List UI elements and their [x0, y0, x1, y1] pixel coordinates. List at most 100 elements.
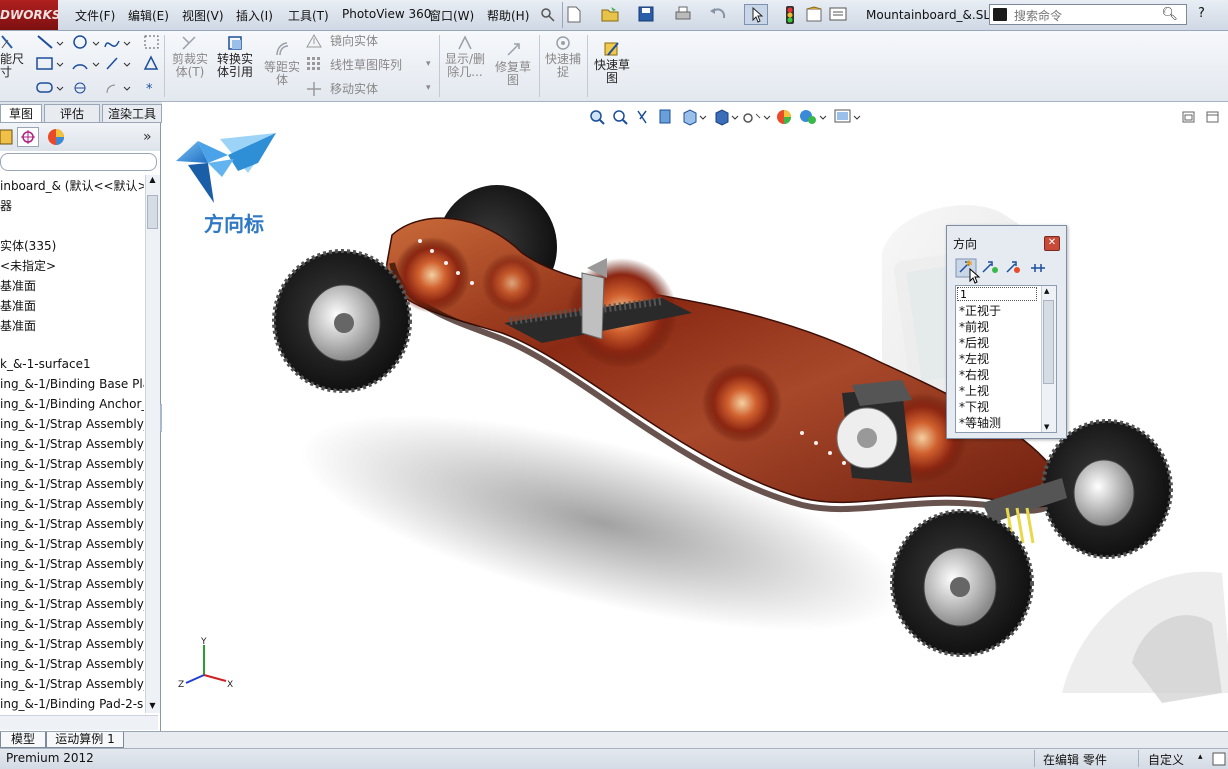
update-standard-views-icon[interactable] [982, 261, 998, 273]
property-manager-tab[interactable] [17, 127, 39, 147]
undo-icon[interactable] [709, 6, 727, 22]
file-properties-icon[interactable] [805, 6, 823, 22]
repair-sketch-button[interactable]: 修复草 图 [491, 61, 535, 87]
line-tool[interactable] [37, 35, 64, 49]
orientation-view-item[interactable]: *下视 [959, 398, 989, 415]
scrollbar-thumb[interactable] [147, 195, 158, 229]
move-entities-button[interactable]: 移动实体 [330, 83, 378, 96]
pin-dialog-icon[interactable] [1031, 264, 1045, 272]
tab-motion-study[interactable]: 运动算例 1 [46, 732, 124, 748]
feature-tree-tab-icon[interactable] [0, 128, 14, 146]
reset-standard-views-icon[interactable] [1006, 261, 1020, 273]
units-dropdown-arrow[interactable]: ▴ [1198, 752, 1203, 762]
display-manager-icon[interactable] [45, 127, 67, 147]
feature-tree-item[interactable]: ing_&-1/Strap Assembly_ [0, 437, 144, 451]
slot-tool[interactable] [36, 82, 64, 93]
feature-tree-scrollbar[interactable]: ▲ ▼ [145, 175, 160, 713]
scroll-up-arrow[interactable]: ▲ [1044, 287, 1049, 295]
view-name-input[interactable] [957, 287, 1037, 301]
menu-insert[interactable]: 插入(I) [236, 7, 273, 24]
scrollbar-thumb[interactable] [1043, 300, 1054, 384]
move-dropdown-arrow[interactable]: ▾ [426, 83, 431, 93]
orientation-view-item[interactable]: *等轴测 [959, 414, 1001, 431]
scroll-up-arrow[interactable]: ▲ [148, 175, 157, 187]
orientation-view-list[interactable]: *正视于*前视*后视*左视*右视*上视*下视*等轴测 ▲ ▼ [955, 285, 1057, 433]
feature-tree-item[interactable]: ing_&-1/Binding Base Pla [0, 377, 144, 391]
orientation-dialog[interactable]: 方向 ✕ ✱ *正视于*前视*后视*左视*右视*上视*下视*等轴测 ▲ ▼ [946, 225, 1067, 439]
circle-tool[interactable] [73, 35, 100, 49]
menu-edit[interactable]: 编辑(E) [128, 7, 169, 24]
menu-file[interactable]: 文件(F) [75, 7, 115, 24]
rapid-sketch-button[interactable]: 快速草 图 [590, 59, 634, 85]
convert-entities-button[interactable]: 转换实 体引用 [213, 53, 257, 79]
menu-window[interactable]: 窗口(W) [429, 7, 474, 24]
feature-tree-item[interactable]: k_&-1-surface1 [0, 357, 144, 371]
spline-tool[interactable] [104, 40, 131, 48]
close-button[interactable]: ✕ [1044, 236, 1060, 251]
feature-tree-item[interactable]: ing_&-1/Strap Assembly_ [0, 537, 144, 551]
tab-evaluate[interactable]: 评估 [44, 104, 100, 122]
menu-help[interactable]: 帮助(H) [487, 7, 529, 24]
mirror-entities-button[interactable]: 镜向实体 [330, 35, 378, 48]
feature-tree-item[interactable]: 器 [0, 197, 144, 214]
text-tool[interactable] [143, 55, 159, 70]
feature-tree-item[interactable]: ing_&-1/Strap Assembly_ [0, 457, 144, 471]
graphics-viewport[interactable]: 方向标 Y X Z [162, 103, 1228, 731]
feature-tree-item[interactable]: ing_&-1/Strap Assembly_ [0, 417, 144, 431]
rebuild-traffic-light-icon[interactable] [785, 5, 795, 25]
scroll-down-arrow[interactable]: ▼ [1044, 423, 1049, 431]
pattern-dropdown-arrow[interactable]: ▾ [426, 59, 431, 69]
scroll-down-arrow[interactable]: ▼ [148, 701, 157, 713]
trim-entities-button[interactable]: 剪裁实 体(T) [168, 53, 212, 79]
search-commands-box[interactable]: 🔍︎ [989, 4, 1187, 25]
quick-snaps-button[interactable]: 快速捕 捉 [541, 53, 585, 79]
open-folder-icon[interactable] [601, 6, 619, 22]
horizontal-scrollbar[interactable] [0, 715, 158, 730]
smart-dimension-label[interactable]: 能尺 寸 [0, 53, 24, 79]
print-icon[interactable] [674, 6, 692, 22]
arc-tool[interactable] [72, 62, 100, 70]
orientation-view-item[interactable]: *正视于 [959, 302, 1001, 319]
feature-tree-item[interactable]: ing_&-1/Strap Assembly_ [0, 557, 144, 571]
pin-icon[interactable] [540, 7, 556, 23]
linear-pattern-button[interactable]: 线性草图阵列 [330, 59, 402, 72]
fillet-tool[interactable] [106, 57, 131, 70]
tab-model[interactable]: 模型 [0, 732, 46, 748]
point-tool[interactable] [106, 84, 131, 94]
view-list-scrollbar[interactable]: ▲ ▼ [1041, 286, 1056, 432]
feature-tree-item[interactable]: 基准面 [0, 297, 144, 314]
menu-tools[interactable]: 工具(T) [288, 7, 329, 24]
orientation-view-item[interactable]: *后视 [959, 334, 989, 351]
status-custom-units[interactable]: 自定义 [1148, 751, 1184, 768]
new-document-icon[interactable] [567, 6, 581, 23]
search-input[interactable] [1012, 6, 1166, 25]
feature-tree-item[interactable]: ing_&-1/Binding Anchor_ [0, 397, 144, 411]
feature-tree-item[interactable]: ing_&-1/Strap Assembly_ [0, 517, 144, 531]
tab-render-tools[interactable]: 渲染工具 [102, 104, 162, 122]
sketch-point-tool[interactable]: * [146, 82, 153, 97]
help-button[interactable]: ? [1198, 6, 1205, 21]
expand-chevron-icon[interactable]: » [143, 129, 152, 145]
grid-tool[interactable] [144, 35, 159, 49]
offset-entities-button[interactable]: 等距实 体 [260, 61, 304, 87]
feature-tree-item[interactable]: inboard_& (默认<<默认> [0, 177, 144, 194]
sketch-tools-grid[interactable]: * [35, 33, 165, 97]
rectangle-tool[interactable] [36, 57, 64, 70]
select-tool-button[interactable] [744, 4, 768, 25]
tab-sketch[interactable]: 草图 [0, 104, 42, 122]
orientation-view-item[interactable]: *前视 [959, 318, 989, 335]
feature-tree-item[interactable]: ing_&-1/Strap Assembly_ [0, 637, 144, 651]
feature-tree-item[interactable]: ing_&-1/Strap Assembly_ [0, 677, 144, 691]
feature-tree-item[interactable]: <未指定> [0, 257, 144, 274]
menu-view[interactable]: 视图(V) [182, 7, 224, 24]
feature-tree-item[interactable]: ing_&-1/Binding Pad-2-s [0, 697, 144, 711]
menu-photoview[interactable]: PhotoView 360 [342, 7, 431, 21]
feature-tree-item[interactable]: ing_&-1/Strap Assembly_ [0, 657, 144, 671]
feature-tree-item[interactable]: ing_&-1/Strap Assembly_ [0, 577, 144, 591]
polygon-tool[interactable] [74, 82, 86, 94]
orientation-view-item[interactable]: *右视 [959, 366, 989, 383]
mountainboard-3d-model[interactable] [162, 103, 1228, 731]
feature-tree-item[interactable]: ing_&-1/Strap Assembly_ [0, 477, 144, 491]
help-icon[interactable] [1212, 752, 1226, 766]
orientation-view-item[interactable]: *上视 [959, 382, 989, 399]
